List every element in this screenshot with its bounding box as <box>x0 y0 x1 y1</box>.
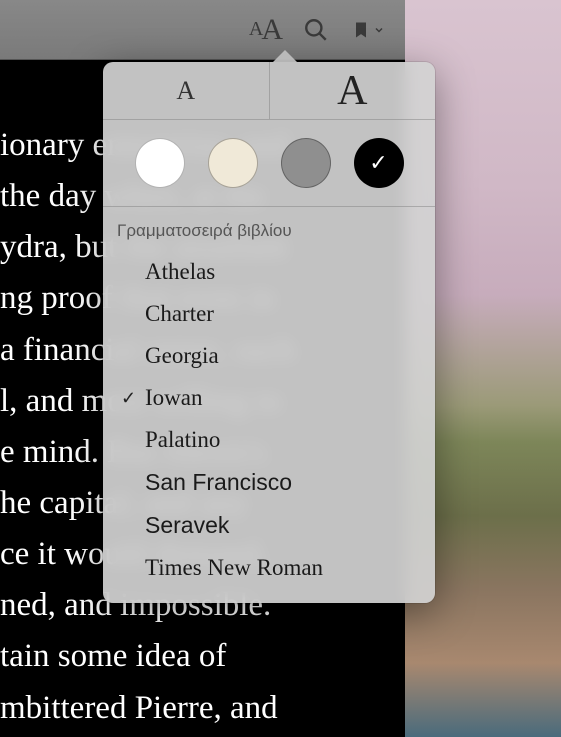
reader-toolbar: AA <box>0 0 405 60</box>
font-option[interactable]: Times New Roman <box>103 547 435 589</box>
font-option[interactable]: Palatino <box>103 419 435 461</box>
font-name-label: Times New Roman <box>145 555 421 581</box>
appearance-small-a: A <box>249 18 261 41</box>
font-list: AthelasCharterGeorgia✓IowanPalatinoSan F… <box>103 251 435 589</box>
font-name-label: Palatino <box>145 427 421 453</box>
font-name-label: Georgia <box>145 343 421 369</box>
appearance-popover: A A ✓ Γραμματοσειρά βιβλίου Athelas Chart… <box>103 62 435 603</box>
appearance-button[interactable]: AA <box>249 13 281 47</box>
theme-row: ✓ <box>103 120 435 207</box>
increase-font-button[interactable]: A <box>270 62 436 120</box>
font-option[interactable]: ✓Iowan <box>103 377 435 419</box>
font-name-label: Seravek <box>145 512 421 539</box>
chevron-down-icon <box>373 24 385 36</box>
font-name-label: Charter <box>145 301 421 327</box>
font-name-label: Athelas <box>145 259 421 285</box>
font-section-header: Γραμματοσειρά βιβλίου <box>103 215 435 251</box>
font-section: Γραμματοσειρά βιβλίου Athelas Charter Geor… <box>103 207 435 603</box>
font-name-label: Iowan <box>145 385 421 411</box>
theme-swatch-white[interactable] <box>135 138 185 188</box>
check-icon: ✓ <box>369 150 387 176</box>
theme-swatch-night[interactable]: ✓ <box>354 138 404 188</box>
check-icon: ✓ <box>121 388 145 409</box>
theme-swatch-sepia[interactable] <box>208 138 258 188</box>
bookmark-icon[interactable] <box>351 17 385 43</box>
font-name-label: San Francisco <box>145 469 421 496</box>
appearance-big-a: A <box>261 13 281 47</box>
font-option[interactable]: Athelas <box>103 251 435 293</box>
decrease-font-button[interactable]: A <box>103 62 270 120</box>
search-icon[interactable] <box>303 17 329 43</box>
font-size-row: A A <box>103 62 435 120</box>
font-option[interactable]: Seravek <box>103 504 435 547</box>
font-option[interactable]: San Francisco <box>103 461 435 504</box>
font-option[interactable]: Charter <box>103 293 435 335</box>
font-option[interactable]: Georgia <box>103 335 435 377</box>
theme-swatch-gray[interactable] <box>281 138 331 188</box>
